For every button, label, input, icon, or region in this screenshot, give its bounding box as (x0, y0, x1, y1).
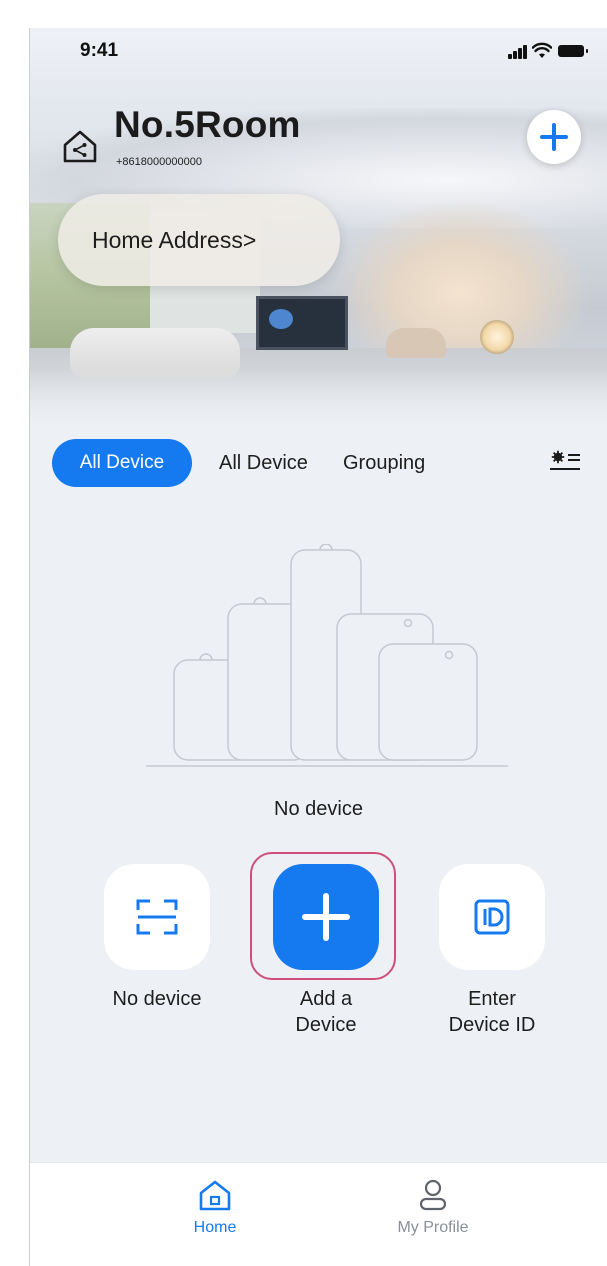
tab-all-device-secondary[interactable]: All Device (219, 439, 308, 487)
table-illustration (386, 328, 446, 358)
plus-icon (540, 123, 568, 151)
enter-device-id-button[interactable] (439, 864, 545, 970)
left-margin (0, 0, 30, 1266)
scan-device-label: No device (112, 988, 202, 1010)
wifi-icon (532, 42, 552, 58)
scan-device-button[interactable] (104, 864, 210, 970)
add-button[interactable] (527, 110, 581, 164)
bottom-nav: Home My Profile (30, 1162, 607, 1266)
enter-device-id-label: Enter Device ID (448, 988, 536, 1036)
settings-filter-icon[interactable] (548, 450, 582, 474)
tab-grouping[interactable]: Grouping (343, 439, 425, 487)
nav-home-label: Home (193, 1219, 237, 1236)
home-share-icon (63, 130, 97, 163)
tv-illustration (256, 296, 348, 350)
nav-my-profile[interactable]: My Profile (388, 1173, 478, 1243)
home-icon (199, 1180, 231, 1211)
add-device-label: Add a Device (295, 988, 357, 1036)
scan-icon (136, 899, 178, 935)
add-device-button[interactable] (273, 864, 379, 970)
phone-screen: 9:41 No.5Room +8618000000000 Home Addres… (30, 28, 607, 1266)
signal-icon (508, 45, 528, 59)
empty-state-message: No device (274, 798, 363, 820)
empty-devices-illustration (146, 544, 508, 767)
room-phone: +8618000000000 (116, 156, 202, 168)
plus-icon (302, 893, 350, 941)
lamp-illustration (480, 320, 514, 354)
nav-home[interactable]: Home (170, 1173, 260, 1243)
status-time: 9:41 (80, 40, 119, 61)
tab-all-device[interactable]: All Device (52, 439, 192, 487)
nav-my-profile-label: My Profile (397, 1219, 469, 1236)
room-title: No.5Room (114, 104, 301, 145)
home-address-button[interactable]: Home Address> (58, 194, 340, 286)
profile-icon (419, 1179, 447, 1211)
battery-icon (558, 45, 588, 57)
id-icon (474, 899, 510, 935)
